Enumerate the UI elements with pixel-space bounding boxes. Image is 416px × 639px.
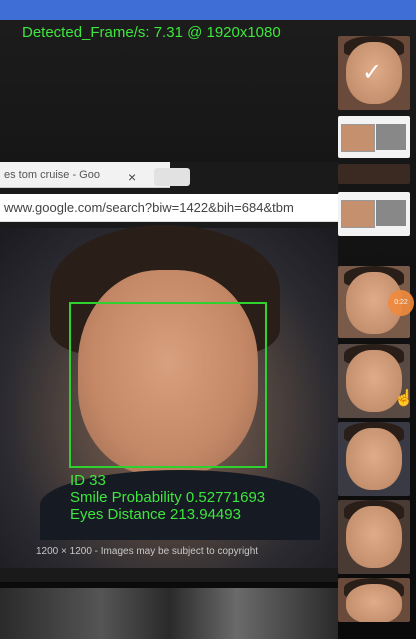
face-detection-box xyxy=(69,302,267,468)
face-thumbnail-column: ✓ ☝ xyxy=(338,36,410,631)
check-icon: ✓ xyxy=(362,59,383,86)
thumbnail-face xyxy=(346,584,402,622)
eyes-distance-label: Eyes Distance 213.94493 xyxy=(70,506,241,523)
image-results-strip xyxy=(0,588,338,639)
thumbnail-image xyxy=(341,200,375,228)
address-bar: www.google.com/search?biw=1422&bih=684&t… xyxy=(0,194,338,222)
thumbnail-face xyxy=(346,428,402,490)
thumbnail-image xyxy=(376,124,406,150)
face-thumbnail[interactable] xyxy=(338,578,410,622)
face-thumbnail[interactable] xyxy=(338,500,410,574)
face-thumbnail[interactable]: ☝ xyxy=(338,344,410,418)
face-thumbnail[interactable] xyxy=(338,116,410,158)
thumbnail-image xyxy=(376,200,406,226)
status-bar xyxy=(0,0,416,20)
hand-cursor-icon: ☝ xyxy=(394,390,410,407)
tab-close-icon: × xyxy=(128,169,137,185)
address-text: www.google.com/search?biw=1422&bih=684&t… xyxy=(4,200,294,215)
browser-tab-title: es tom cruise - Goo xyxy=(4,169,100,181)
face-thumbnail[interactable] xyxy=(338,192,410,236)
face-thumbnail[interactable]: ✓ xyxy=(338,36,410,110)
fps-readout: Detected_Frame/s: 7.31 @ 1920x1080 xyxy=(22,24,281,41)
new-tab-button xyxy=(154,168,190,186)
face-thumbnail[interactable] xyxy=(338,422,410,496)
video-badge[interactable]: 0:22 xyxy=(388,290,414,316)
camera-preview-screen: es tom cruise - Goo × www.google.com/sea… xyxy=(0,0,416,639)
video-badge-time: 0:22 xyxy=(394,299,408,306)
smile-probability-label: Smile Probability 0.52771693 xyxy=(70,489,266,506)
browser-tab: es tom cruise - Goo xyxy=(0,162,170,188)
face-thumbnail[interactable] xyxy=(338,164,410,184)
thumbnail-face xyxy=(346,506,402,568)
thumbnail-image xyxy=(341,124,375,152)
face-id-label: ID 33 xyxy=(70,472,106,489)
image-caption: 1200 × 1200 - Images may be subject to c… xyxy=(36,546,259,557)
